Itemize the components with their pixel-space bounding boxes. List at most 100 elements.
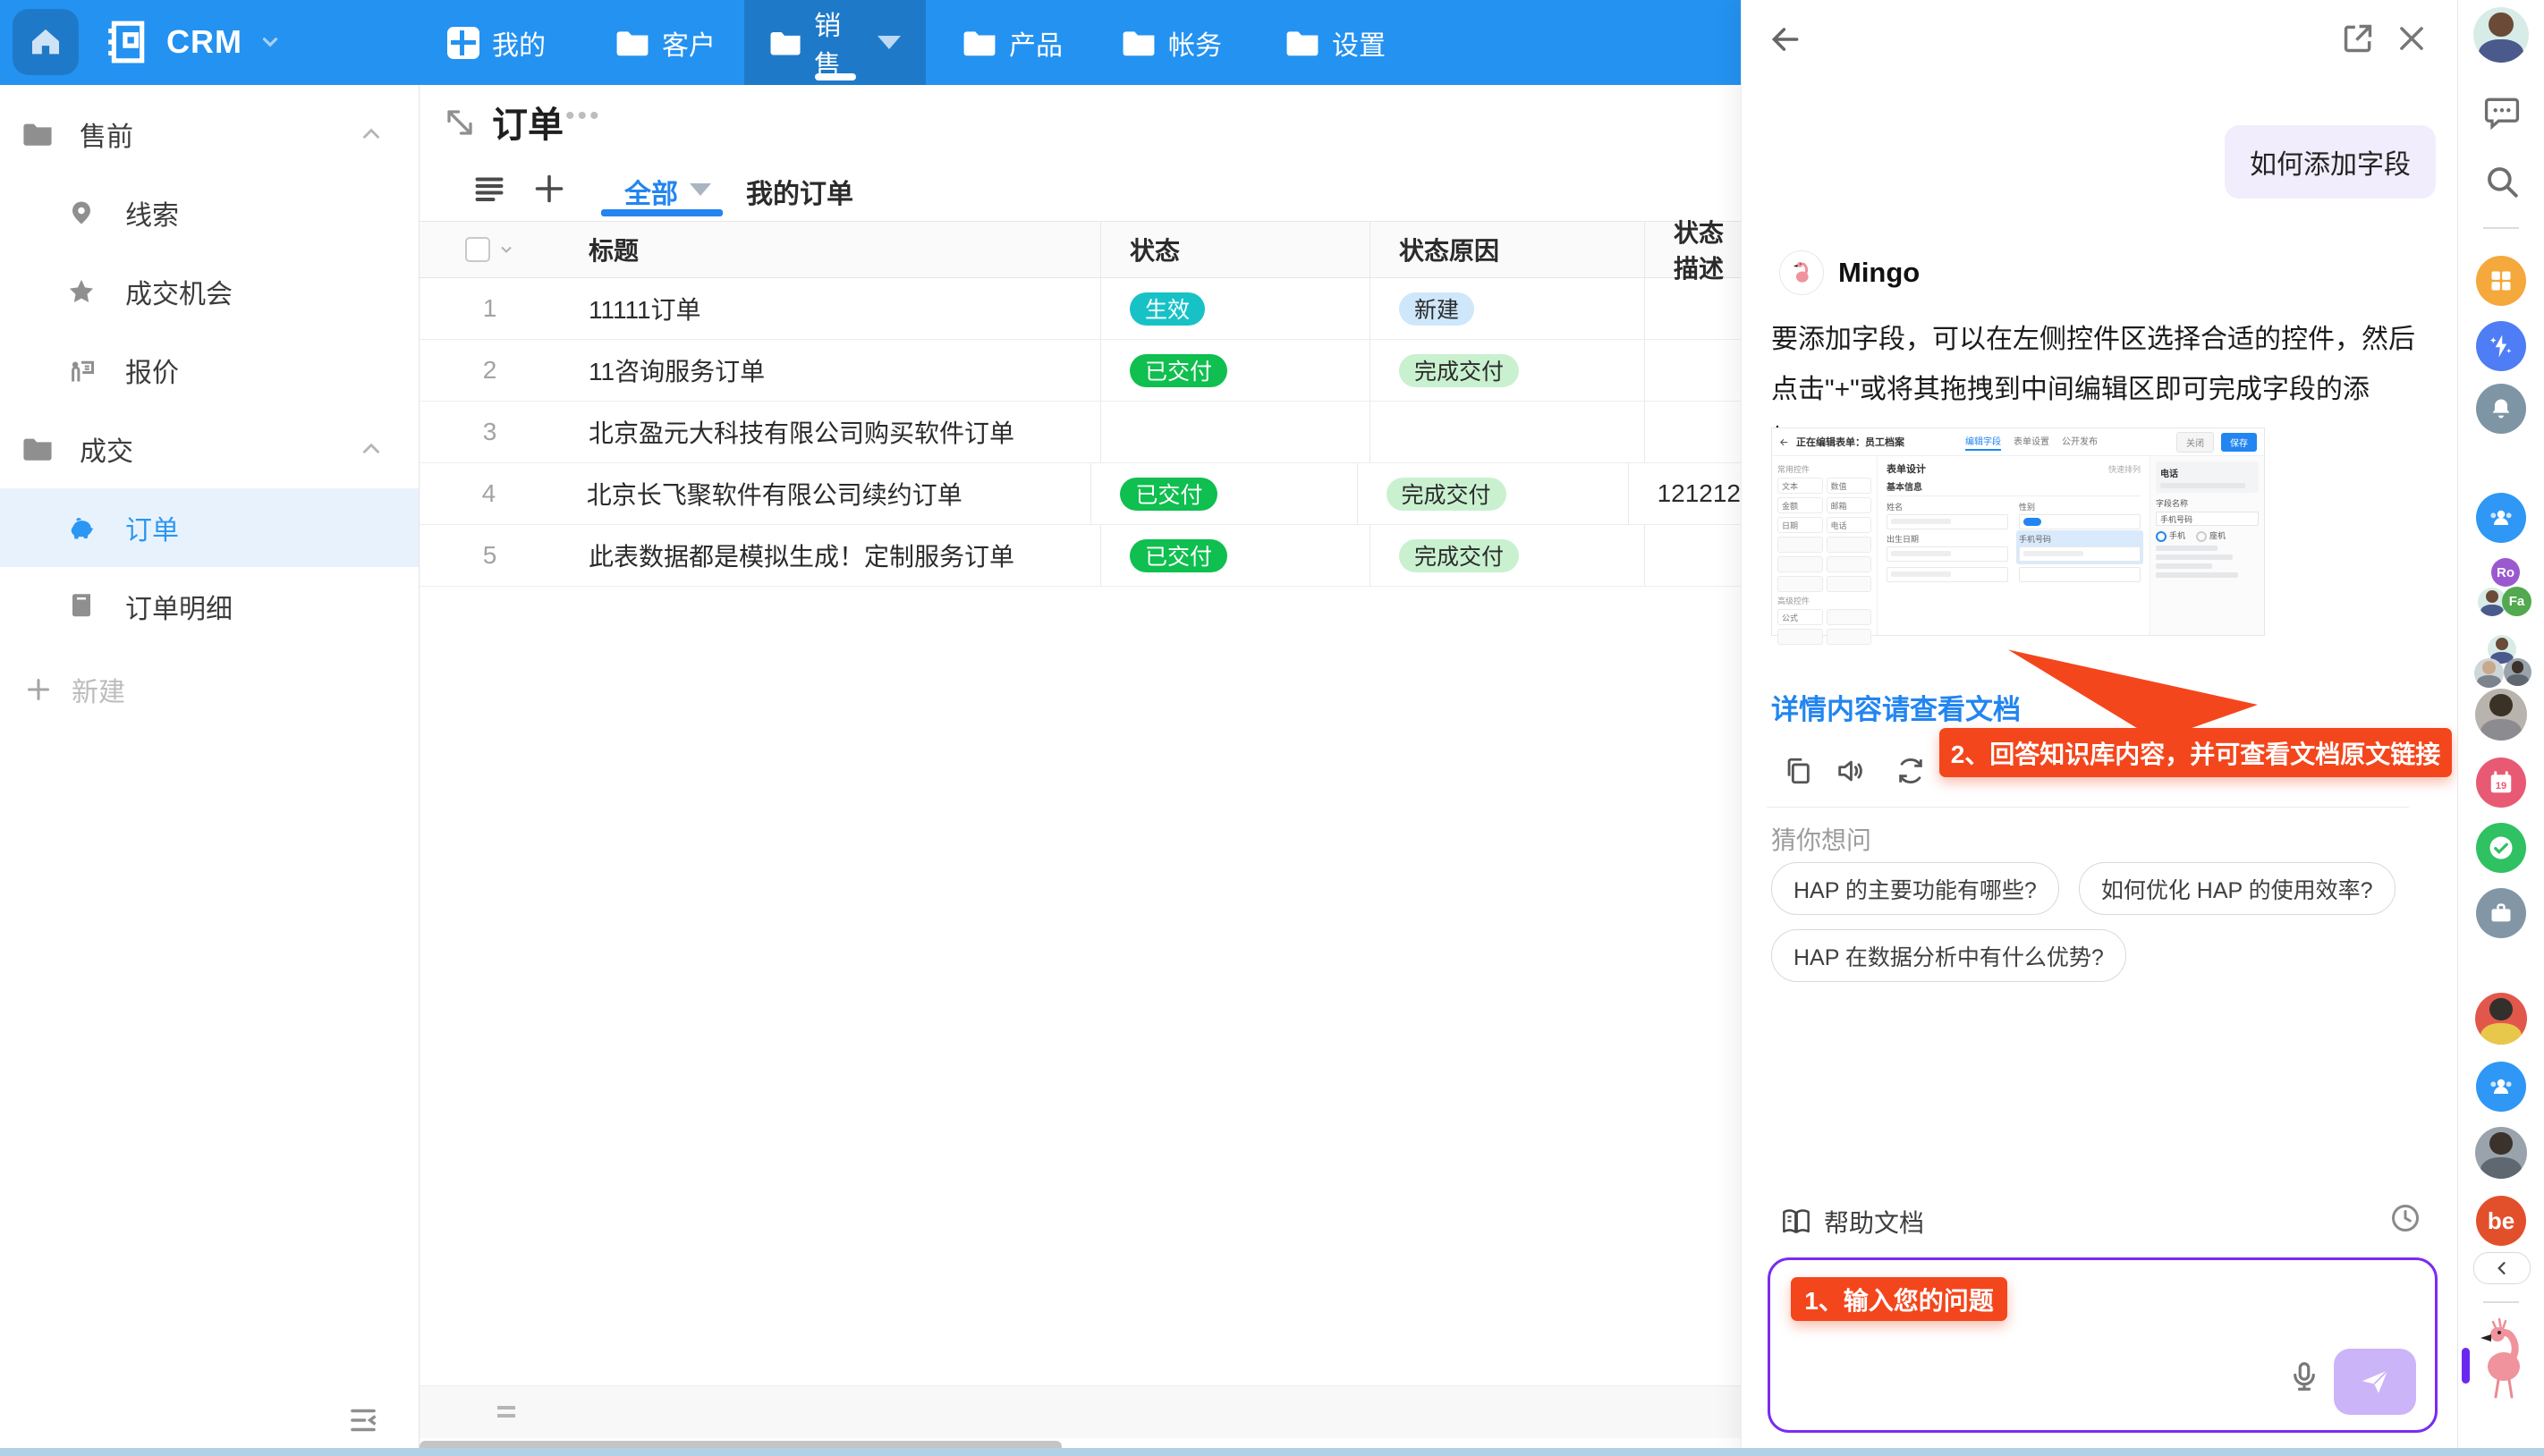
home-button[interactable]	[13, 9, 79, 75]
column-header-status-desc[interactable]: 状态描述	[1644, 222, 1741, 277]
left-sidebar: 售前 线索 成交机会 报价 成交 订单 订单明细	[0, 85, 420, 1456]
view-tab-mine[interactable]: 我的订单	[746, 172, 853, 211]
open-in-new-icon[interactable]	[2341, 21, 2375, 55]
chevron-down-icon[interactable]	[497, 241, 515, 258]
contact-avatar[interactable]	[2475, 993, 2527, 1045]
more-options-icon[interactable]: •••	[565, 101, 602, 131]
back-arrow-icon	[1779, 437, 1789, 447]
expand-diagonal-icon[interactable]	[444, 106, 476, 139]
plus-icon	[26, 677, 51, 702]
notification-bell-badge[interactable]	[2476, 384, 2526, 434]
reason-badge: 完成交付	[1399, 354, 1519, 387]
fa-badge: Fa	[2509, 594, 2525, 609]
back-arrow-icon[interactable]	[1768, 22, 1802, 56]
history-clock-icon[interactable]	[2389, 1202, 2421, 1234]
add-view-icon[interactable]	[533, 173, 565, 205]
new-label: 新建	[72, 670, 125, 709]
screenshot-field-settings: 电话 字段名称 手机号码 手机 座机	[2150, 456, 2264, 635]
open-book-icon	[1781, 1208, 1811, 1235]
row-number: 1	[420, 278, 560, 339]
tab-mine[interactable]: 我的	[447, 0, 546, 85]
help-doc-button[interactable]: 帮助文档	[1781, 1204, 1924, 1240]
mini-avatar	[2474, 658, 2504, 688]
rail-collapse-button[interactable]	[2473, 1252, 2531, 1284]
tab-accounting[interactable]: 帐务	[1122, 0, 1222, 85]
table-row[interactable]: 4 北京长飞聚软件有限公司续约订单 已交付 完成交付 121212	[420, 463, 1741, 525]
sidebar-collapse-icon[interactable]	[347, 1404, 379, 1436]
sidebar-item-order-details[interactable]: 订单明细	[0, 567, 419, 646]
mingo-flamingo-mascot[interactable]	[2474, 1313, 2530, 1402]
app-switcher-chevron-icon[interactable]	[259, 30, 282, 54]
cell-title: 11111订单	[560, 278, 1100, 339]
column-header-status[interactable]: 状态	[1100, 222, 1370, 277]
copy-icon[interactable]	[1783, 756, 1813, 786]
sidebar-item-quotes[interactable]: 报价	[0, 331, 419, 410]
tab-sales-caret-icon[interactable]	[878, 36, 901, 49]
sidebar-item-orders[interactable]: 订单	[0, 488, 419, 567]
regenerate-icon[interactable]	[1895, 756, 1926, 786]
contact-avatar[interactable]	[2475, 1127, 2527, 1179]
table-row[interactable]: 1 11111订单 生效 新建	[420, 278, 1741, 340]
be-badge[interactable]: be	[2476, 1196, 2526, 1246]
cell-desc	[1644, 278, 1741, 339]
team-group-badge[interactable]	[2476, 493, 2526, 543]
suggestion-pills: HAP 的主要功能有哪些? 如何优化 HAP 的使用效率? HAP 在数据分析中…	[1771, 862, 2435, 982]
sidebar-item-opportunities[interactable]: 成交机会	[0, 252, 419, 331]
table-row[interactable]: 2 11咨询服务订单 已交付 完成交付	[420, 340, 1741, 402]
header-select[interactable]	[420, 222, 560, 277]
folder-icon	[962, 29, 996, 57]
cell-desc: 121212	[1628, 463, 1741, 524]
location-pin-icon	[68, 199, 95, 226]
tab-sales-active[interactable]: 销售	[744, 0, 926, 85]
select-all-checkbox[interactable]	[465, 237, 490, 262]
screenshot-form-editor: 表单设计 快速排列 基本信息 姓名 性别 出生日期 手机号码	[1878, 456, 2150, 635]
contact-avatar[interactable]	[2475, 689, 2527, 741]
folder-icon	[22, 434, 53, 464]
folder-icon	[769, 29, 801, 57]
close-icon[interactable]	[2395, 21, 2429, 55]
apps-grid-badge[interactable]	[2476, 256, 2526, 306]
table-row[interactable]: 3 北京盈元大科技有限公司购买软件订单	[420, 402, 1741, 463]
mine-grid-icon	[447, 27, 479, 59]
sidebar-item-leads[interactable]: 线索	[0, 174, 419, 252]
assistant-name: Mingo	[1838, 257, 1920, 289]
microphone-icon[interactable]	[2287, 1359, 2321, 1393]
list-view-icon[interactable]	[473, 173, 505, 205]
members-cluster-badge[interactable]	[2458, 635, 2544, 690]
briefcase-badge[interactable]	[2476, 888, 2526, 938]
lightning-sparkle-icon	[2488, 333, 2514, 360]
chevron-up-icon[interactable]	[360, 437, 383, 461]
status-badge: 已交付	[1130, 354, 1227, 387]
suggestion-pill[interactable]: HAP 在数据分析中有什么优势?	[1771, 929, 2126, 982]
app-logo[interactable]: CRM	[104, 20, 282, 64]
help-doc-label: 帮助文档	[1824, 1204, 1924, 1240]
suggestion-pill[interactable]: 如何优化 HAP 的使用效率?	[2079, 862, 2396, 915]
feedback-chat-icon[interactable]	[2482, 93, 2522, 132]
tab-customers[interactable]: 客户	[615, 0, 716, 85]
view-dropdown-caret-icon[interactable]	[690, 183, 711, 196]
ai-sparkle-badge[interactable]	[2476, 321, 2526, 371]
table-row[interactable]: 5 此表数据都是模拟生成！定制服务订单 已交付 完成交付	[420, 525, 1741, 587]
column-header-title[interactable]: 标题	[560, 222, 1100, 277]
user-avatar[interactable]	[2473, 7, 2529, 63]
view-tab-all[interactable]: 全部	[624, 172, 678, 211]
doc-reference-link[interactable]: 详情内容请查看文档	[1771, 687, 2021, 727]
sidebar-group-presales[interactable]: 售前	[0, 95, 419, 174]
sidebar-group-deals[interactable]: 成交	[0, 410, 419, 488]
speaker-icon[interactable]	[1835, 756, 1865, 786]
table-header-row: 标题 状态 状态原因 状态描述	[420, 221, 1741, 278]
group-badge[interactable]	[2476, 1062, 2526, 1112]
search-icon[interactable]	[2483, 163, 2521, 200]
tab-products[interactable]: 产品	[962, 0, 1063, 85]
calendar-badge[interactable]: 19	[2476, 758, 2526, 808]
workflow-cluster-badge[interactable]: Ro Fa	[2458, 556, 2544, 623]
column-header-status-reason[interactable]: 状态原因	[1370, 222, 1644, 277]
app-name: CRM	[166, 23, 242, 61]
suggestion-pill[interactable]: HAP 的主要功能有哪些?	[1771, 862, 2059, 915]
answer-screenshot[interactable]: 正在编辑表单：员工档案 编辑字段 表单设置 公开发布 关闭 保存 常用控件 文本…	[1771, 427, 2265, 636]
sidebar-new-button[interactable]: 新建	[0, 650, 419, 729]
tab-settings[interactable]: 设置	[1285, 0, 1386, 85]
tasks-check-badge[interactable]	[2476, 823, 2526, 873]
send-button[interactable]	[2334, 1349, 2416, 1415]
chevron-up-icon[interactable]	[360, 123, 383, 146]
